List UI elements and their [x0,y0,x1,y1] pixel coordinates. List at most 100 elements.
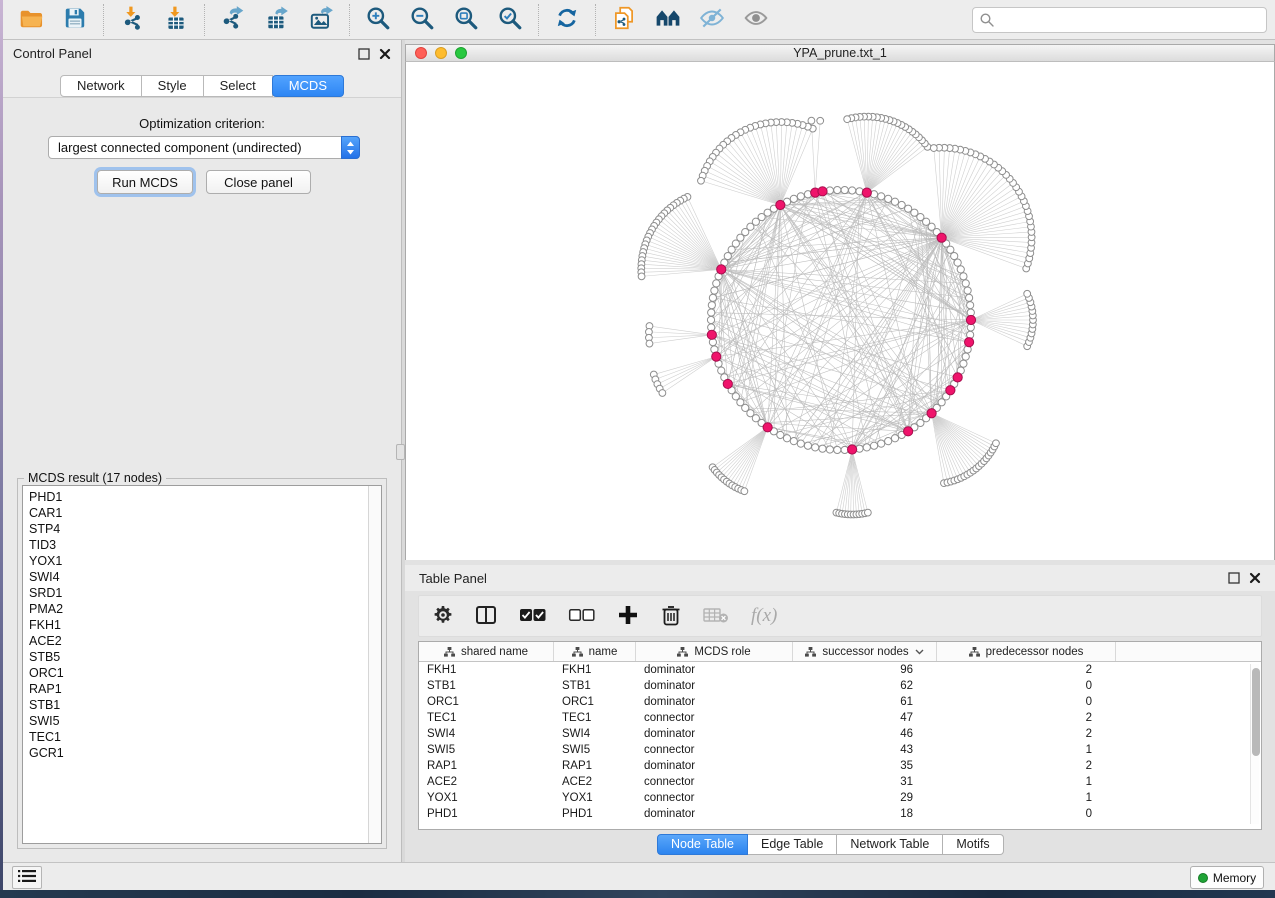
table-row[interactable]: ACE2ACE2connector311 [419,774,1261,790]
network-node[interactable] [711,287,718,294]
network-node[interactable] [878,440,885,447]
mcds-hub-node[interactable] [862,188,871,197]
network-node[interactable] [870,442,877,449]
mcds-result-item[interactable]: STB5 [29,649,381,665]
mcds-hub-node[interactable] [966,315,975,324]
network-node[interactable] [960,360,967,367]
mcds-hub-node[interactable] [937,233,946,242]
network-leaf-node[interactable] [993,440,1000,447]
show-columns-button[interactable] [475,601,497,631]
add-column-button[interactable] [617,601,639,631]
network-leaf-node[interactable] [698,177,705,184]
mcds-result-item[interactable]: RAP1 [29,681,381,697]
zoom-in-button[interactable] [364,6,392,34]
mcds-hub-node[interactable] [717,265,726,274]
column-header-predecessor-nodes[interactable]: predecessor nodes [937,642,1116,661]
mcds-hub-node[interactable] [964,338,973,347]
table-row[interactable]: STB1STB1dominator620 [419,678,1261,694]
network-window-titlebar[interactable]: YPA_prune.txt_1 [405,44,1275,62]
show-all-button[interactable] [742,6,770,34]
mcds-result-list[interactable]: PHD1CAR1STP4TID3YOX1SWI4SRD1PMA2FKH1ACE2… [22,485,382,844]
network-leaf-node[interactable] [1024,290,1031,297]
open-file-button[interactable] [17,6,45,34]
select-all-button[interactable] [519,601,546,631]
network-leaf-node[interactable] [844,116,851,123]
mcds-result-item[interactable]: SWI5 [29,713,381,729]
table-row[interactable]: PHD1PHD1dominator180 [419,806,1261,822]
mcds-hub-node[interactable] [723,379,732,388]
mcds-result-item[interactable]: GCR1 [29,745,381,761]
network-node[interactable] [826,446,833,453]
network-node[interactable] [790,438,797,445]
column-header-successor-nodes[interactable]: successor nodes [793,642,937,661]
scrollbar-thumb[interactable] [1252,668,1260,756]
result-list-scrollbar[interactable] [368,486,381,843]
mcds-hub-node[interactable] [712,352,721,361]
mcds-hub-node[interactable] [818,187,827,196]
table-row[interactable]: SWI4SWI4dominator462 [419,726,1261,742]
mcds-hub-node[interactable] [707,330,716,339]
table-vertical-scrollbar[interactable] [1250,664,1259,824]
column-header-shared-name[interactable]: shared name [419,642,554,661]
network-node[interactable] [849,187,856,194]
mcds-hub-node[interactable] [763,423,772,432]
network-leaf-node[interactable] [741,488,748,495]
table-settings-button[interactable] [433,601,453,631]
mcds-hub-node[interactable] [776,200,785,209]
tab-select[interactable]: Select [204,75,273,97]
mcds-result-item[interactable]: PMA2 [29,601,381,617]
search-input[interactable] [972,7,1267,33]
save-session-button[interactable] [61,6,89,34]
table-row[interactable]: SWI5SWI5connector431 [419,742,1261,758]
network-node[interactable] [898,201,905,208]
mcds-result-item[interactable]: TEC1 [29,729,381,745]
export-image-button[interactable] [307,6,335,34]
table-row[interactable]: FKH1FKH1dominator962 [419,662,1261,678]
table-row[interactable]: TEC1TEC1connector472 [419,710,1261,726]
table-row[interactable]: ORC1ORC1dominator610 [419,694,1261,710]
network-node[interactable] [834,446,841,453]
tab-motifs[interactable]: Motifs [943,834,1003,855]
mcds-result-item[interactable]: CAR1 [29,505,381,521]
close-panel-button[interactable]: Close panel [206,170,311,194]
duplicate-network-button[interactable] [610,6,638,34]
network-node[interactable] [954,259,961,266]
task-history-button[interactable] [12,866,42,889]
network-canvas[interactable] [406,62,1274,558]
network-node[interactable] [783,435,790,442]
network-leaf-node[interactable] [659,390,666,397]
network-node[interactable] [885,195,892,202]
mcds-result-item[interactable]: SWI4 [29,569,381,585]
network-node[interactable] [885,438,892,445]
mcds-result-item[interactable]: YOX1 [29,553,381,569]
network-node[interactable] [797,440,804,447]
network-node[interactable] [962,353,969,360]
network-node[interactable] [841,186,848,193]
mcds-result-item[interactable]: FKH1 [29,617,381,633]
export-network-button[interactable] [219,6,247,34]
mcds-result-item[interactable]: STP4 [29,521,381,537]
tab-node-table[interactable]: Node Table [657,834,748,855]
mcds-result-item[interactable]: ACE2 [29,633,381,649]
network-node[interactable] [707,316,714,323]
delete-column-button[interactable] [661,601,681,631]
tab-edge-table[interactable]: Edge Table [748,834,837,855]
splitter-handle[interactable] [396,444,405,460]
refresh-button[interactable] [553,6,581,34]
table-row[interactable]: RAP1RAP1dominator352 [419,758,1261,774]
network-node[interactable] [891,198,898,205]
network-node[interactable] [797,193,804,200]
mcds-hub-node[interactable] [927,409,936,418]
import-table-button[interactable] [162,6,190,34]
tab-network-table[interactable]: Network Table [837,834,943,855]
network-leaf-node[interactable] [638,273,645,280]
tab-style[interactable]: Style [142,75,204,97]
column-header-MCDS-role[interactable]: MCDS role [636,642,793,661]
float-panel-icon[interactable] [358,48,370,60]
network-node[interactable] [905,205,912,212]
mcds-hub-node[interactable] [946,386,955,395]
network-node[interactable] [790,195,797,202]
memory-button[interactable]: Memory [1190,866,1264,889]
network-node[interactable] [834,186,841,193]
network-node[interactable] [713,280,720,287]
